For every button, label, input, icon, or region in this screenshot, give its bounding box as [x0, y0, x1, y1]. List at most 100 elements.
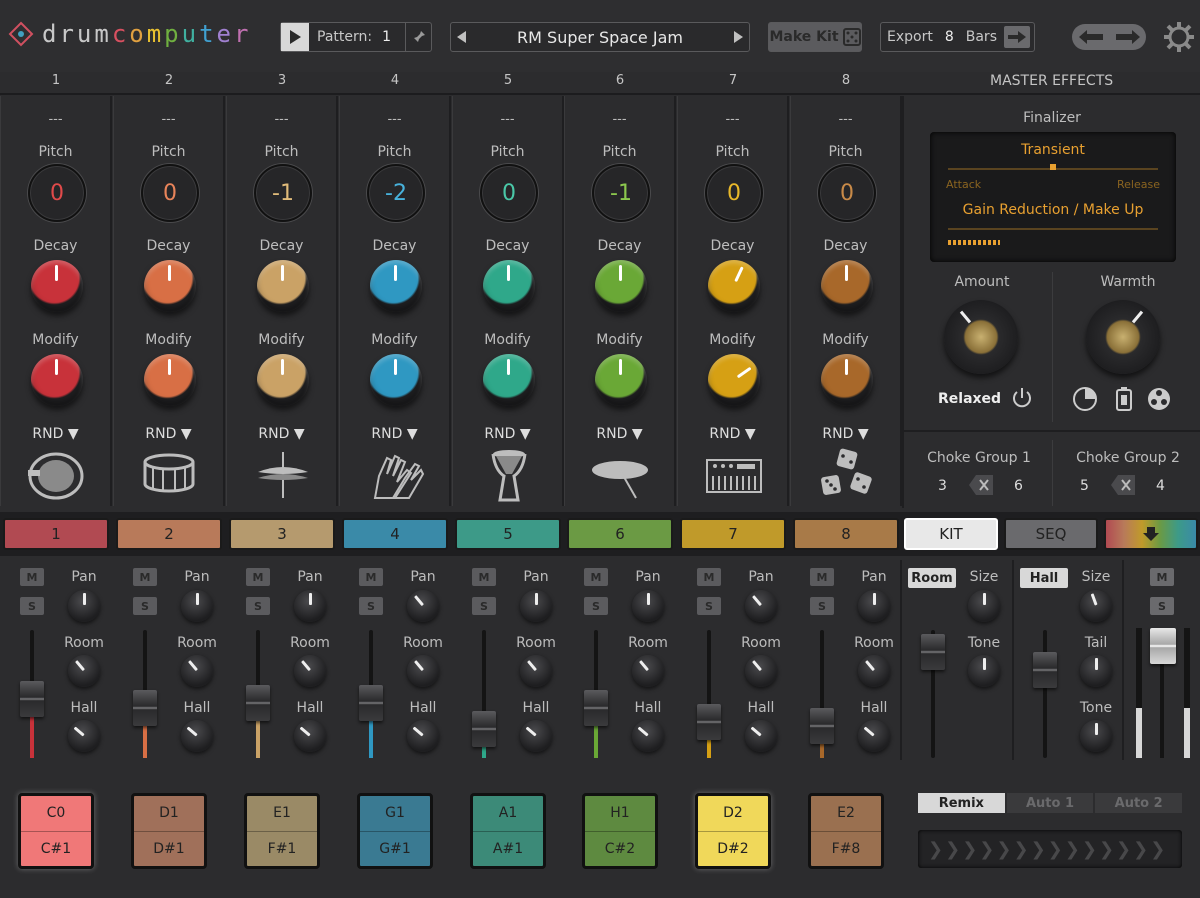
channel-sample-name[interactable]: ---	[1, 112, 110, 127]
modify-knob[interactable]	[595, 354, 647, 406]
pad-tab-4[interactable]: 4	[342, 518, 448, 550]
pad-tab-7[interactable]: 7	[680, 518, 786, 550]
decay-knob[interactable]	[31, 260, 83, 312]
channel-fader-5[interactable]	[472, 710, 496, 747]
solo-button-6[interactable]: S	[584, 597, 608, 615]
modify-knob[interactable]	[370, 354, 422, 406]
mute-button-7[interactable]: M	[697, 568, 721, 586]
hall-reverb-toggle[interactable]: Hall	[1020, 568, 1068, 588]
export-drag-button[interactable]	[1004, 26, 1030, 48]
master-mute-button[interactable]: M	[1150, 568, 1174, 586]
mute-button-5[interactable]: M	[472, 568, 496, 586]
hall-tone-knob[interactable]	[1080, 720, 1112, 752]
pattern-selector[interactable]: Pattern: 1	[280, 22, 432, 52]
mute-button-2[interactable]: M	[133, 568, 157, 586]
pitch-control[interactable]: 0	[141, 164, 199, 222]
randomize-button[interactable]: RND ▼	[340, 426, 449, 442]
remix-tab-2[interactable]: Auto 1	[1006, 793, 1094, 813]
pan-knob-8[interactable]	[858, 590, 890, 622]
kick-drum-icon[interactable]	[26, 448, 88, 502]
cymbal-icon[interactable]	[590, 448, 652, 502]
export-bars-value[interactable]: 8	[945, 29, 954, 45]
pad-tab-3[interactable]: 3	[229, 518, 335, 550]
decay-knob[interactable]	[370, 260, 422, 312]
choke-group-2-a[interactable]: 5	[1080, 478, 1089, 494]
note-pad-4[interactable]: G1 G#1	[357, 793, 433, 869]
pattern-value[interactable]: 1	[382, 29, 391, 45]
choke-group-1-a[interactable]: 3	[938, 478, 947, 494]
channel-fader-3[interactable]	[246, 685, 270, 722]
randomize-button[interactable]: RND ▼	[453, 426, 562, 442]
note-pad-2[interactable]: D1 D#1	[131, 793, 207, 869]
pad-tab-2[interactable]: 2	[116, 518, 222, 550]
room-size-knob[interactable]	[968, 590, 1000, 622]
modify-knob[interactable]	[257, 354, 309, 406]
mode-label[interactable]: Relaxed	[938, 391, 1001, 407]
channel-fader-4[interactable]	[359, 685, 383, 722]
room-send-knob-7[interactable]	[745, 655, 777, 687]
pan-knob-6[interactable]	[632, 590, 664, 622]
solo-button-3[interactable]: S	[246, 597, 270, 615]
hall-fader[interactable]	[1033, 652, 1057, 688]
randomize-button[interactable]: RND ▼	[678, 426, 787, 442]
hall-send-knob-8[interactable]	[858, 720, 890, 752]
redo-icon[interactable]	[1115, 30, 1140, 44]
tab-kit[interactable]: KIT	[904, 518, 998, 550]
decay-knob[interactable]	[708, 260, 760, 312]
hall-send-knob-3[interactable]	[294, 720, 326, 752]
pitch-control[interactable]: 0	[818, 164, 876, 222]
note-pad-3[interactable]: E1 F#1	[244, 793, 320, 869]
channel-sample-name[interactable]: ---	[565, 112, 674, 127]
hall-send-knob-5[interactable]	[520, 720, 552, 752]
mute-button-1[interactable]: M	[20, 568, 44, 586]
pitch-control[interactable]: 0	[705, 164, 763, 222]
solo-button-1[interactable]: S	[20, 597, 44, 615]
remix-drag-area[interactable]: ❯ ❯ ❯ ❯ ❯ ❯ ❯ ❯ ❯ ❯ ❯ ❯ ❯ ❯	[918, 830, 1182, 868]
hall-tail-knob[interactable]	[1080, 655, 1112, 687]
play-button[interactable]	[281, 23, 309, 51]
note-pad-6[interactable]: H1 C#2	[582, 793, 658, 869]
randomize-button[interactable]: RND ▼	[1, 426, 110, 442]
choke-group-2-b[interactable]: 4	[1156, 478, 1165, 494]
remix-tab-3[interactable]: Auto 2	[1095, 793, 1183, 813]
channel-sample-name[interactable]: ---	[227, 112, 336, 127]
hall-send-knob-6[interactable]	[632, 720, 664, 752]
modify-knob[interactable]	[144, 354, 196, 406]
channel-sample-name[interactable]: ---	[678, 112, 787, 127]
pitch-control[interactable]: -1	[254, 164, 312, 222]
dice-icon[interactable]	[816, 448, 878, 502]
synth-keyboard-icon[interactable]	[703, 448, 765, 502]
modify-knob[interactable]	[821, 354, 873, 406]
channel-sample-name[interactable]: ---	[453, 112, 562, 127]
transient-marker[interactable]	[1050, 164, 1056, 170]
saturation-reel-icon[interactable]	[1146, 386, 1172, 412]
undo-icon[interactable]	[1078, 30, 1103, 44]
pan-knob-1[interactable]	[68, 590, 100, 622]
note-pad-5[interactable]: A1 A#1	[470, 793, 546, 869]
solo-button-4[interactable]: S	[359, 597, 383, 615]
channel-fader-6[interactable]	[584, 689, 608, 726]
room-fader[interactable]	[921, 634, 945, 670]
amount-knob[interactable]	[944, 300, 1018, 374]
pan-knob-4[interactable]	[407, 590, 439, 622]
room-send-knob-8[interactable]	[858, 655, 890, 687]
hall-send-knob-7[interactable]	[745, 720, 777, 752]
choke-2-clear-icon[interactable]	[1110, 474, 1136, 496]
randomize-button[interactable]: RND ▼	[114, 426, 223, 442]
room-send-knob-6[interactable]	[632, 655, 664, 687]
solo-button-2[interactable]: S	[133, 597, 157, 615]
mute-button-6[interactable]: M	[584, 568, 608, 586]
decay-knob[interactable]	[144, 260, 196, 312]
choke-1-clear-icon[interactable]	[968, 474, 994, 496]
solo-button-5[interactable]: S	[472, 597, 496, 615]
saturation-tube-icon[interactable]	[1072, 386, 1098, 412]
djembe-icon[interactable]	[478, 448, 540, 502]
clap-hands-icon[interactable]	[365, 448, 427, 502]
pitch-control[interactable]: 0	[480, 164, 538, 222]
channel-fader-7[interactable]	[697, 703, 721, 740]
randomize-button[interactable]: RND ▼	[791, 426, 900, 442]
channel-sample-name[interactable]: ---	[114, 112, 223, 127]
hall-send-knob-2[interactable]	[181, 720, 213, 752]
channel-fader-8[interactable]	[810, 708, 834, 745]
channel-sample-name[interactable]: ---	[340, 112, 449, 127]
